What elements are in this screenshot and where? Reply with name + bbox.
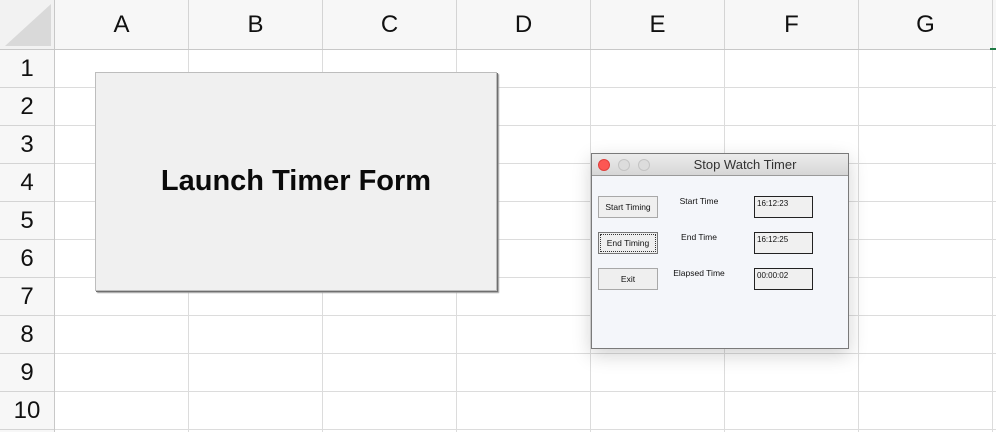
window-title: Stop Watch Timer: [693, 157, 797, 172]
elapsed-time-field[interactable]: 00:00:02: [754, 268, 813, 290]
column-header-b[interactable]: B: [189, 0, 323, 49]
column-header-d[interactable]: D: [457, 0, 591, 49]
stop-watch-timer-window: Stop Watch Timer Start Timing End Timing…: [591, 153, 849, 349]
scroll-indicator: [990, 48, 996, 50]
column-header-c[interactable]: C: [323, 0, 457, 49]
end-time-label: End Time: [681, 232, 717, 242]
end-timing-button[interactable]: End Timing: [598, 232, 658, 254]
start-time-label: Start Time: [679, 196, 719, 206]
column-header-f[interactable]: F: [725, 0, 859, 49]
row-headers: 1 2 3 4 5 6 7 8 9 10: [0, 50, 55, 432]
column-headers: A B C D E F G: [55, 0, 996, 50]
exit-button[interactable]: Exit: [598, 268, 658, 290]
window-titlebar[interactable]: Stop Watch Timer: [592, 154, 848, 176]
row-header-5[interactable]: 5: [0, 202, 54, 240]
row-header-8[interactable]: 8: [0, 316, 54, 354]
row-header-1[interactable]: 1: [0, 50, 54, 88]
row-header-10[interactable]: 10: [0, 392, 54, 430]
row-header-9[interactable]: 9: [0, 354, 54, 392]
elapsed-time-label: Elapsed Time: [673, 268, 725, 278]
column-header-a[interactable]: A: [55, 0, 189, 49]
start-time-field[interactable]: 16:12:23: [754, 196, 813, 218]
launch-timer-form-button[interactable]: Launch Timer Form: [95, 72, 497, 291]
column-header-g[interactable]: G: [859, 0, 993, 49]
start-timing-button[interactable]: Start Timing: [598, 196, 658, 218]
row-header-2[interactable]: 2: [0, 88, 54, 126]
row-header-4[interactable]: 4: [0, 164, 54, 202]
row-header-3[interactable]: 3: [0, 126, 54, 164]
column-header-e[interactable]: E: [591, 0, 725, 49]
select-all-triangle-icon: [5, 4, 51, 46]
end-time-field[interactable]: 16:12:25: [754, 232, 813, 254]
row-header-6[interactable]: 6: [0, 240, 54, 278]
select-all-corner[interactable]: [0, 0, 55, 50]
row-header-7[interactable]: 7: [0, 278, 54, 316]
